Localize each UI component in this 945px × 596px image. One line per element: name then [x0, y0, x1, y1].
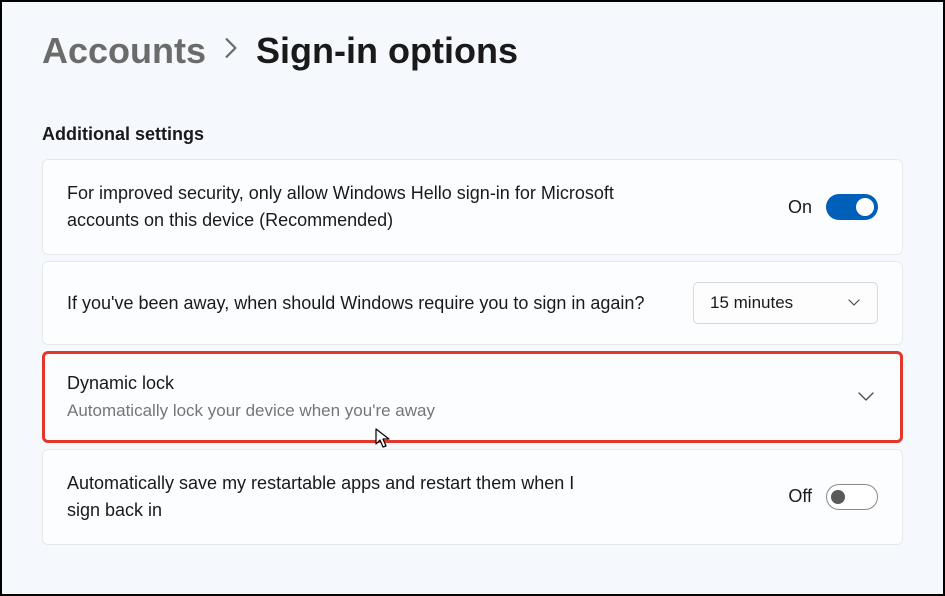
- breadcrumb[interactable]: Accounts Sign-in options: [42, 30, 903, 72]
- breadcrumb-parent[interactable]: Accounts: [42, 30, 206, 72]
- restartable-apps-toggle[interactable]: [826, 484, 878, 510]
- section-heading: Additional settings: [42, 124, 903, 145]
- setting-label: For improved security, only allow Window…: [67, 180, 637, 234]
- toggle-state-label: Off: [788, 486, 812, 507]
- chevron-down-icon[interactable]: [854, 385, 878, 409]
- setting-label: Dynamic lock: [67, 370, 824, 397]
- setting-hello-signin: For improved security, only allow Window…: [42, 159, 903, 255]
- setting-away-timeout: If you've been away, when should Windows…: [42, 261, 903, 345]
- setting-sublabel: Automatically lock your device when you'…: [67, 399, 824, 424]
- away-timeout-dropdown[interactable]: 15 minutes: [693, 282, 878, 324]
- dropdown-value: 15 minutes: [710, 293, 793, 313]
- page-title: Sign-in options: [256, 30, 518, 72]
- hello-signin-toggle[interactable]: [826, 194, 878, 220]
- chevron-right-icon: [224, 37, 238, 66]
- setting-restartable-apps: Automatically save my restartable apps a…: [42, 449, 903, 545]
- setting-dynamic-lock[interactable]: Dynamic lock Automatically lock your dev…: [42, 351, 903, 443]
- toggle-state-label: On: [788, 197, 812, 218]
- setting-label: If you've been away, when should Windows…: [67, 290, 657, 317]
- setting-label: Automatically save my restartable apps a…: [67, 470, 607, 524]
- chevron-down-icon: [847, 296, 861, 310]
